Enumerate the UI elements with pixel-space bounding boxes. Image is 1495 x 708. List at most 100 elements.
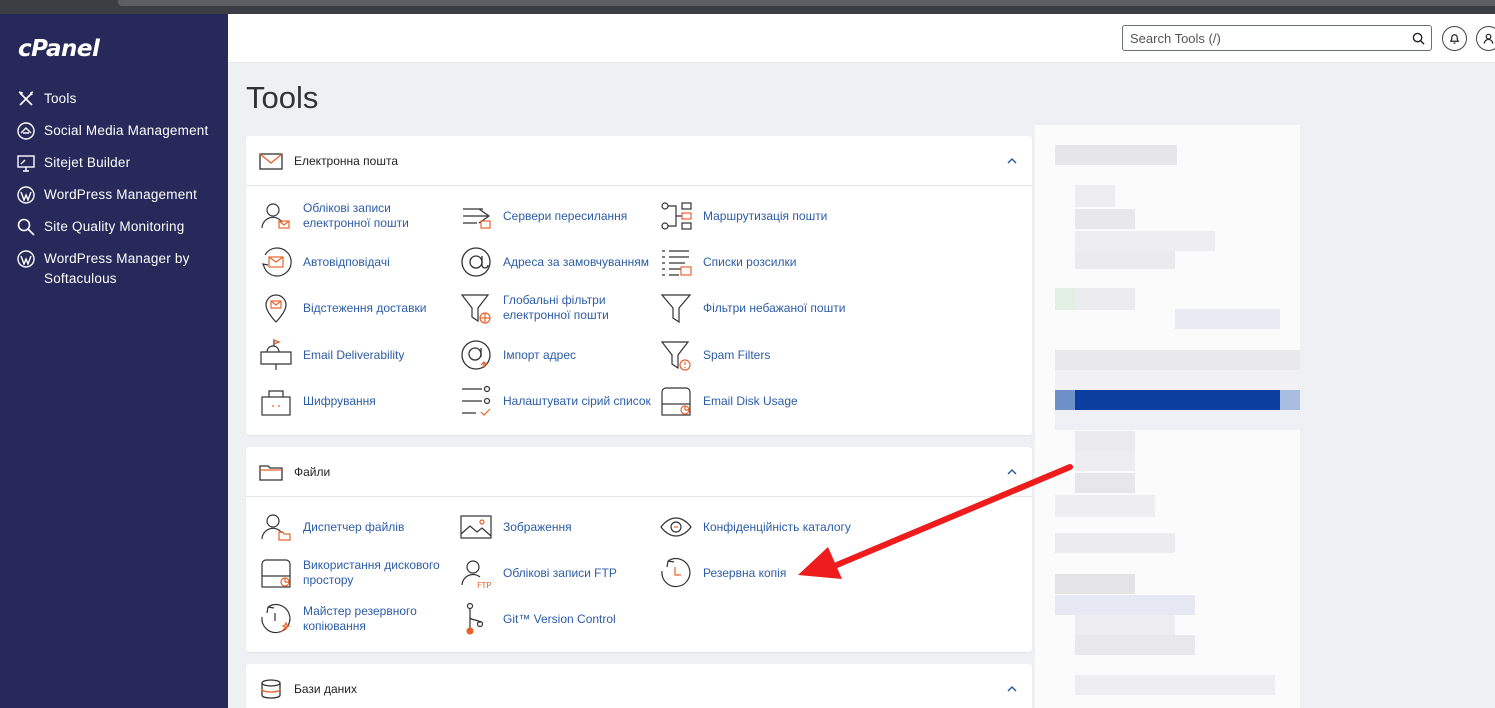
search-icon[interactable]: [1412, 32, 1425, 45]
user-icon: [1483, 33, 1494, 44]
section-files: Файли Диспетчер файлів Зображення Конфід…: [246, 447, 1032, 652]
import-icon: [461, 340, 491, 370]
sidebar-item-sitejet[interactable]: Sitejet Builder: [0, 153, 228, 173]
tool-autoresponders[interactable]: Автовідповідачі: [259, 245, 390, 279]
sidebar-item-label: WordPress Management: [44, 187, 198, 202]
bell-icon: [1449, 34, 1460, 44]
redacted-stats-panel: [1035, 125, 1300, 708]
user-menu-button[interactable]: [1476, 26, 1495, 51]
tool-directory-privacy[interactable]: Конфіденційність каталогу: [659, 510, 851, 544]
tool-spam-filters[interactable]: Spam Filters: [659, 338, 770, 372]
at-sign-icon: [461, 247, 491, 277]
tool-images[interactable]: Зображення: [459, 510, 572, 544]
tool-import-addresses[interactable]: Імпорт адрес: [459, 338, 576, 372]
sidebar-nav: Tools Social Media Management Sitejet Bu…: [0, 89, 228, 301]
tool-label: Налаштувати сірий список: [503, 393, 651, 408]
chevron-up-icon[interactable]: [1006, 155, 1018, 167]
cpanel-logo[interactable]: cPanel: [18, 36, 100, 62]
track-delivery-icon: [265, 294, 287, 323]
tool-track-delivery[interactable]: Відстеження доставки: [259, 291, 426, 325]
tool-forwarders[interactable]: Сервери пересилання: [459, 199, 627, 233]
top-bar: [228, 14, 1495, 63]
tools-icon: [18, 91, 34, 106]
tool-label: Використання дискового простору: [303, 558, 440, 587]
tool-label: Конфіденційність каталогу: [703, 519, 851, 534]
disk-usage-icon: [261, 559, 291, 588]
file-manager-icon: [261, 514, 291, 541]
tool-ftp-accounts[interactable]: FTP Облікові записи FTP: [459, 556, 617, 590]
tool-file-manager[interactable]: Диспетчер файлів: [259, 510, 404, 544]
sidebar-item-label: Tools: [44, 91, 77, 106]
tool-email-accounts[interactable]: Облікові записи електронної пошти: [259, 199, 433, 233]
tool-disk-usage[interactable]: Використання дискового простору: [259, 556, 445, 590]
tool-greylist[interactable]: Налаштувати сірий список: [459, 384, 651, 418]
tool-git[interactable]: Git™ Version Control: [459, 602, 616, 636]
tool-backup[interactable]: Резервна копія: [659, 556, 786, 590]
greylist-icon: [462, 385, 491, 416]
search-box: [1122, 25, 1432, 51]
tool-label: Сервери пересилання: [503, 208, 628, 223]
tool-label: Імпорт адрес: [503, 347, 577, 362]
ftp-icon: FTP: [461, 560, 491, 590]
sidebar-item-wordpress-manager[interactable]: WordPress Manager by Softaculous: [0, 249, 228, 289]
tool-label: Spam Filters: [703, 347, 771, 362]
tool-label: Облікові записи FTP: [503, 565, 617, 580]
sidebar-item-wordpress-management[interactable]: WordPress Management: [0, 185, 228, 205]
git-icon: [466, 602, 484, 635]
sidebar-item-label: Site Quality Monitoring: [44, 219, 185, 234]
disk-usage-icon: [661, 387, 691, 416]
tool-label: Git™ Version Control: [503, 611, 616, 626]
backup-icon: [661, 557, 691, 588]
chevron-up-icon[interactable]: [1006, 466, 1018, 478]
email-accounts-icon: [261, 203, 290, 229]
tool-global-filters[interactable]: Глобальні фільтри електронної пошти: [459, 291, 633, 325]
tool-backup-wizard[interactable]: Майстер резервного копіювання: [259, 602, 433, 636]
sidebar-item-site-quality[interactable]: Site Quality Monitoring: [0, 217, 228, 237]
envelope-icon: [259, 152, 283, 170]
tool-email-routing[interactable]: Маршрутизація пошти: [659, 199, 827, 233]
section-header-email[interactable]: Електронна пошта: [246, 136, 1032, 186]
section-title: Файли: [294, 464, 331, 479]
sidebar-item-label: Social Media Management: [44, 123, 209, 138]
tool-mailing-lists[interactable]: Списки розсилки: [659, 245, 796, 279]
autoresponders-icon: [262, 247, 292, 277]
spam-filter-icon: [660, 341, 691, 371]
section-header-files[interactable]: Файли: [246, 447, 1032, 497]
notifications-button[interactable]: [1442, 26, 1467, 51]
magnifier-icon: [17, 218, 35, 236]
tool-email-deliverability[interactable]: Email Deliverability: [259, 338, 404, 372]
folder-icon: [259, 464, 283, 481]
svg-text:FTP: FTP: [477, 581, 491, 590]
tool-label: Диспетчер файлів: [303, 519, 405, 534]
section-title: Бази даних: [294, 681, 357, 696]
tool-label: Глобальні фільтри електронної пошти: [503, 293, 609, 322]
browser-chrome-bar: [0, 0, 1495, 14]
tool-label: Шифрування: [303, 393, 376, 408]
tool-label: Облікові записи електронної пошти: [303, 201, 409, 230]
tool-label: Автовідповідачі: [303, 254, 390, 269]
sidebar: cPanel Tools Social Media Management Sit…: [0, 14, 228, 708]
email-routing-icon: [661, 202, 692, 230]
sitejet-icon: [17, 155, 35, 172]
wordpress-icon: [17, 250, 35, 268]
sidebar-item-label: Sitejet Builder: [44, 155, 131, 170]
tool-label: Відстеження доставки: [303, 300, 427, 315]
social-media-icon: [17, 122, 35, 140]
tool-label: Адреса за замовчуванням: [503, 254, 649, 269]
forwarders-icon: [463, 208, 491, 229]
sidebar-item-social-media[interactable]: Social Media Management: [0, 121, 228, 141]
chevron-up-icon[interactable]: [1006, 683, 1018, 695]
search-input[interactable]: [1123, 26, 1403, 50]
section-header-databases[interactable]: Бази даних: [246, 664, 1032, 708]
tool-default-address[interactable]: Адреса за замовчуванням: [459, 245, 649, 279]
tool-email-disk-usage[interactable]: Email Disk Usage: [659, 384, 798, 418]
address-bar[interactable]: [118, 0, 1495, 6]
tool-label: Email Disk Usage: [703, 393, 798, 408]
tool-label: Маршрутизація пошти: [703, 208, 828, 223]
tool-encryption[interactable]: Шифрування: [259, 384, 376, 418]
tool-spam-filter-ua[interactable]: Фільтри небажаної пошти: [659, 291, 845, 325]
mailbox-icon: [260, 339, 292, 370]
database-icon: [261, 678, 281, 699]
sidebar-item-tools[interactable]: Tools: [0, 89, 228, 109]
section-databases: Бази даних: [246, 664, 1032, 708]
